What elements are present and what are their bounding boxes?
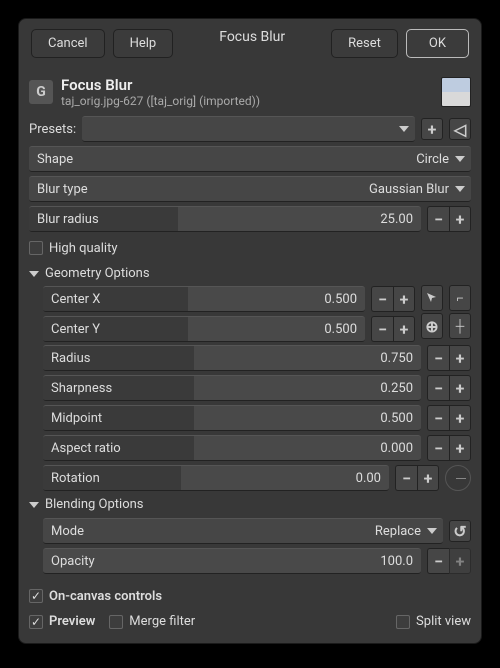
center-x-input[interactable]: Center X 0.500 (43, 286, 365, 312)
center-y-increment[interactable]: + (393, 316, 415, 342)
image-name: taj_orig.jpg-627 ([taj_orig] (imported)) (61, 94, 260, 108)
sharpness-input[interactable]: Sharpness 0.250 (43, 375, 421, 401)
blur-type-select[interactable]: Blur type Gaussian Blur (29, 176, 471, 202)
reset-button[interactable]: Reset (331, 29, 398, 58)
image-thumbnail (441, 77, 471, 107)
geometry-title: Geometry Options (45, 266, 150, 281)
high-quality-label: High quality (49, 241, 117, 256)
geometry-section-toggle[interactable]: Geometry Options (29, 262, 471, 285)
radius-value: 0.750 (380, 351, 421, 366)
sharpness-decrement[interactable]: − (427, 375, 449, 401)
merge-filter-label: Merge filter (129, 614, 195, 629)
sharpness-increment[interactable]: + (449, 375, 471, 401)
split-view-checkbox[interactable] (396, 615, 410, 629)
blur-type-value: Gaussian Blur (369, 182, 455, 197)
blur-radius-decrement[interactable]: − (427, 206, 449, 232)
preset-manage-button[interactable]: ◁ (449, 118, 471, 140)
rotation-dial[interactable] (445, 465, 471, 491)
focus-blur-dialog: Cancel Help Focus Blur Reset OK G Focus … (18, 18, 482, 644)
rotation-label: Rotation (43, 471, 100, 486)
rotation-increment[interactable]: + (417, 465, 439, 491)
chevron-down-icon (455, 186, 465, 192)
center-x-value: 0.500 (324, 292, 365, 307)
center-y-label: Center Y (43, 322, 100, 337)
high-quality-checkbox[interactable] (29, 241, 43, 255)
chevron-down-icon (427, 528, 437, 534)
expand-down-icon (29, 502, 39, 508)
sharpness-value: 0.250 (380, 381, 421, 396)
blur-radius-label: Blur radius (29, 212, 99, 227)
midpoint-input[interactable]: Midpoint 0.500 (43, 405, 421, 431)
midpoint-decrement[interactable]: − (427, 405, 449, 431)
expand-down-icon (29, 271, 39, 277)
rotation-value: 0.00 (356, 471, 389, 486)
opacity-label: Opacity (43, 554, 95, 569)
merge-filter-checkbox[interactable] (109, 615, 123, 629)
on-canvas-label: On-canvas controls (49, 589, 162, 604)
opacity-increment[interactable]: + (449, 548, 471, 574)
preview-checkbox[interactable] (29, 615, 43, 629)
midpoint-label: Midpoint (43, 411, 102, 426)
blending-section-toggle[interactable]: Blending Options (29, 493, 471, 516)
dialog-title: Focus Blur (219, 29, 285, 58)
radius-input[interactable]: Radius 0.750 (43, 345, 421, 371)
mode-swap-button[interactable]: ↺ (449, 520, 471, 542)
mode-label: Mode (51, 524, 84, 539)
shape-select[interactable]: Shape Circle (29, 146, 471, 172)
presets-select[interactable] (82, 116, 415, 142)
dialog-header: G Focus Blur taj_orig.jpg-627 ([taj_orig… (29, 74, 471, 114)
link-axes-button[interactable]: ⊕ (421, 313, 443, 339)
midpoint-increment[interactable]: + (449, 405, 471, 431)
center-y-input[interactable]: Center Y 0.500 (43, 316, 365, 342)
blur-radius-input[interactable]: Blur radius 25.00 (29, 206, 421, 232)
opacity-value: 100.0 (380, 554, 421, 569)
mode-select[interactable]: Mode Replace (43, 518, 443, 544)
mode-value: Replace (375, 524, 427, 539)
blur-radius-value: 25.00 (380, 212, 421, 227)
midpoint-value: 0.500 (380, 411, 421, 426)
snap-center-button[interactable]: ┼ (449, 313, 471, 339)
opacity-input[interactable]: Opacity 100.0 (43, 548, 421, 574)
rotation-input[interactable]: Rotation 0.00 (43, 465, 389, 491)
opacity-decrement[interactable]: − (427, 548, 449, 574)
shape-value: Circle (416, 152, 455, 167)
shape-label: Shape (37, 152, 73, 167)
center-y-decrement[interactable]: − (371, 316, 393, 342)
blending-title: Blending Options (45, 497, 144, 512)
radius-increment[interactable]: + (449, 345, 471, 371)
presets-label: Presets: (29, 122, 76, 137)
preview-label: Preview (49, 614, 95, 629)
radius-decrement[interactable]: − (427, 345, 449, 371)
aspect-input[interactable]: Aspect ratio 0.000 (43, 435, 421, 461)
aspect-value: 0.000 (380, 441, 421, 456)
chevron-down-icon (455, 156, 465, 162)
aspect-decrement[interactable]: − (427, 435, 449, 461)
ok-button[interactable]: OK (406, 29, 469, 58)
center-x-label: Center X (43, 292, 100, 307)
split-view-label: Split view (416, 614, 471, 629)
center-y-value: 0.500 (324, 322, 365, 337)
blur-radius-increment[interactable]: + (449, 206, 471, 232)
sharpness-label: Sharpness (43, 381, 112, 396)
presets-row: Presets: + ◁ (29, 114, 471, 144)
dialog-titlebar: Cancel Help Focus Blur Reset OK (19, 19, 481, 68)
radius-label: Radius (43, 351, 90, 366)
snap-corner-button[interactable]: ⌐ (449, 285, 471, 311)
cancel-button[interactable]: Cancel (31, 29, 105, 58)
center-x-decrement[interactable]: − (371, 286, 393, 312)
aspect-increment[interactable]: + (449, 435, 471, 461)
help-button[interactable]: Help (113, 29, 174, 58)
on-canvas-checkbox[interactable] (29, 589, 43, 603)
filter-name: Focus Blur (61, 76, 260, 94)
gimp-logo-icon: G (29, 80, 53, 104)
preset-add-button[interactable]: + (421, 118, 443, 140)
pick-point-button[interactable] (421, 285, 443, 311)
blur-type-label: Blur type (37, 182, 88, 197)
center-x-increment[interactable]: + (393, 286, 415, 312)
rotation-decrement[interactable]: − (395, 465, 417, 491)
aspect-label: Aspect ratio (43, 441, 121, 456)
